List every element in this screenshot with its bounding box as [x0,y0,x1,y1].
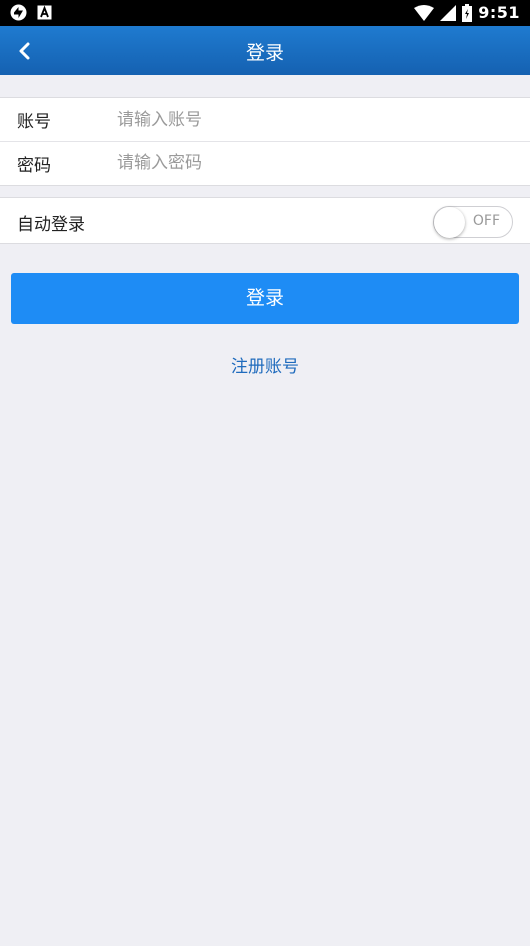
password-input[interactable] [117,153,497,173]
page-title: 登录 [245,42,284,64]
sync-icon [10,4,27,21]
auto-login-label: 自动登录 [17,215,85,235]
status-bar: 9:51 [0,0,530,26]
password-label: 密码 [17,155,51,176]
auto-login-toggle[interactable]: OFF [433,206,513,238]
account-row: 账号 [0,98,530,141]
register-link[interactable]: 注册账号 [0,352,530,377]
app-a-icon [37,5,52,20]
credentials-form: 账号 密码 [0,97,530,186]
account-label: 账号 [17,112,51,132]
battery-icon [462,3,473,22]
wifi-icon [414,4,435,21]
password-row: 密码 [0,141,530,184]
signal-icon [440,4,457,21]
toggle-state-label: OFF [472,213,500,229]
app-bar: 登录 [0,26,530,75]
status-time: 9:51 [478,3,520,22]
toggle-knob [434,207,465,238]
login-button[interactable]: 登录 [11,273,519,324]
account-input[interactable] [117,109,497,130]
auto-login-row: 自动登录 OFF [0,197,530,244]
